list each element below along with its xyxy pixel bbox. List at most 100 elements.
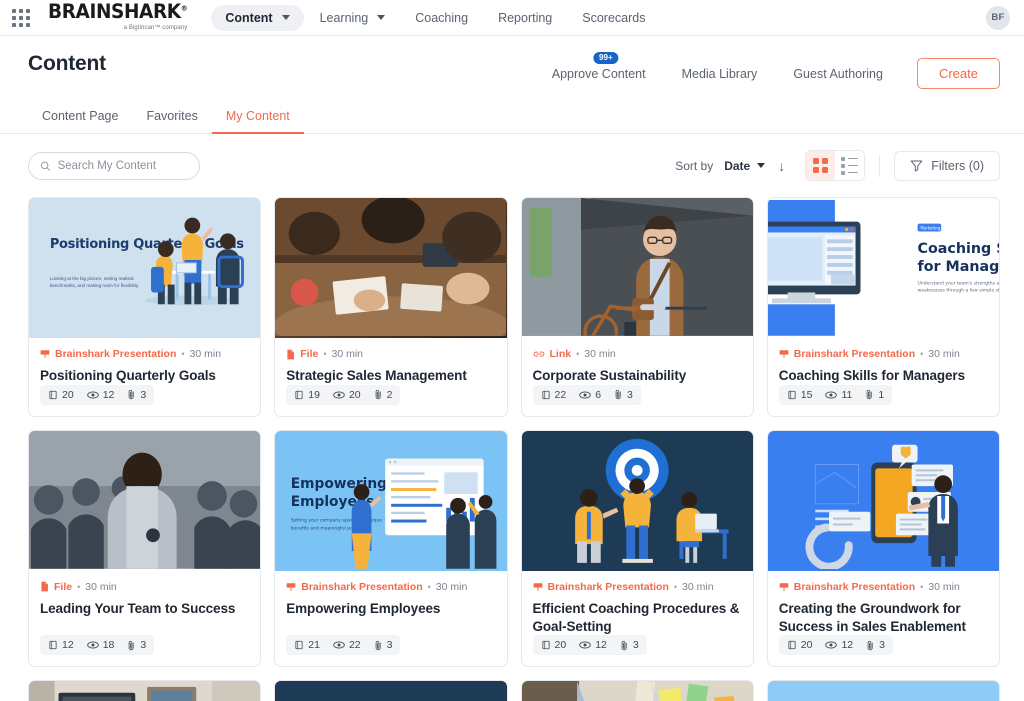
card-stats: 21 22 3 [286,635,401,656]
link-icon [533,351,544,357]
nav-item-coaching[interactable]: Coaching [401,5,482,31]
tab-my-content[interactable]: My Content [211,103,304,134]
svg-text:Empowering: Empowering [291,476,387,492]
meta-separator: • [673,581,678,592]
paperclip-icon [375,390,381,400]
card-duration: 30 min [435,580,468,593]
content-card[interactable]: Empowering Employees Setting your compan… [274,429,508,668]
logo-registered-mark: ® [180,4,188,14]
card-thumbnail: Marketing Coaching Skills for Managers U… [767,198,999,338]
content-card-partial[interactable] [274,680,508,701]
attachments-count: 3 [140,388,147,401]
views-stat: 11 [825,389,852,401]
meta-separator: • [920,349,924,359]
card-duration: 30 min [682,580,714,593]
meeting-table-photo [275,198,507,336]
eye-icon [333,391,345,399]
attachments-stat: 2 [374,388,393,401]
card-type-label: Brainshark Presentation [55,348,177,360]
paperclip-icon [129,390,135,400]
attachments-count: 1 [878,388,885,401]
toolbar-controls: Sort by Date ↓ Filters (0) [675,150,1000,181]
nav-item-reporting[interactable]: Reporting [484,5,566,31]
sort-by-label: Sort by [675,158,714,173]
content-card[interactable]: Brainshark Presentation • 30 min Creatin… [766,429,1000,668]
content-card[interactable]: Link • 30 min Corporate Sustainability 2… [520,197,754,417]
grid-apps-icon[interactable] [12,8,30,27]
card-stats: 20 12 3 [532,635,647,656]
presentation-icon [779,583,789,591]
nav-item-content[interactable]: Content [211,4,304,31]
attachments-stat: 3 [127,639,146,651]
presentation-icon [533,583,542,591]
views-stat: 12 [825,639,853,651]
slides-icon [541,641,550,650]
slides-stat: 22 [541,389,566,401]
attachments-stat: 3 [614,389,633,401]
paperclip-icon [621,640,627,651]
logo-tagline: a Bigtincan™ company [123,24,188,31]
card-meta: File • 30 min [40,581,249,593]
paperclip-icon [129,640,135,651]
attachments-count: 3 [879,639,885,652]
eye-icon [333,641,345,649]
navy-plain-thumbnail [275,681,507,701]
content-card[interactable]: File • 30 min Strategic Sales Management… [274,197,508,417]
meta-separator: • [323,349,327,359]
content-card-partial[interactable] [28,680,262,701]
eye-icon [825,641,838,649]
slides-stat: 15 [787,389,812,401]
slides-count: 20 [554,639,567,652]
presentation-icon [40,350,50,358]
card-meta: Brainshark Presentation • 30 min [779,348,988,360]
slides-stat: 19 [294,389,320,401]
create-button[interactable]: Create [916,58,1000,89]
content-card-partial[interactable] [520,680,754,701]
card-type-label: Brainshark Presentation [793,348,916,360]
attachments-count: 3 [632,639,639,652]
tab-content-page[interactable]: Content Page [28,103,132,134]
tab-favorites[interactable]: Favorites [132,103,211,134]
approve-content-label: Approve Content [551,66,646,81]
nav-item-scorecards[interactable]: Scorecards [568,5,659,31]
chevron-down-icon [757,163,766,168]
slides-stat: 20 [48,389,74,401]
mobile-engagement-illustration [805,444,958,569]
grid-view-button[interactable] [806,151,836,180]
card-thumbnail [767,430,999,571]
views-count: 22 [348,639,361,652]
sort-dropdown[interactable]: Date [724,159,766,173]
guest-authoring-link[interactable]: Guest Authoring [775,67,901,81]
search-input[interactable] [57,159,188,172]
views-stat: 18 [86,639,114,651]
search-container[interactable] [28,151,200,180]
card-thumbnail [521,430,753,571]
man-bicycle-photo [521,198,753,336]
meta-separator: • [77,581,81,592]
card-duration: 30 min [584,348,616,360]
office-wall-photo [29,681,261,701]
content-card[interactable]: File • 30 min Leading Your Team to Succe… [28,429,262,668]
logo-text: BRAINSHARK [48,1,181,24]
monitor-illustration: Marketing Coaching Skills for Managers U… [767,199,999,336]
list-view-button[interactable] [835,151,865,180]
slides-stat: 20 [787,639,812,651]
attachments-count: 3 [627,388,633,401]
slides-count: 20 [62,388,74,401]
sort-direction-icon[interactable]: ↓ [778,158,785,174]
content-card[interactable]: Marketing Coaching Skills for Managers U… [766,197,1000,417]
content-card[interactable]: Brainshark Presentation • 30 min Efficie… [520,429,754,668]
media-library-link[interactable]: Media Library [664,67,776,81]
user-avatar[interactable]: BF [986,5,1010,30]
presentation-icon [286,583,296,591]
card-stats: 12 18 3 [40,635,155,656]
content-card[interactable]: Positioning Quarterly Goals Looking at t… [28,197,262,417]
filters-button[interactable]: Filters (0) [894,150,1000,181]
attachments-count: 2 [386,388,393,401]
approve-content-link[interactable]: 99+ Approve Content [534,51,664,81]
content-card-partial[interactable] [766,680,1000,701]
slides-stat: 21 [294,639,320,651]
header-actions: 99+ Approve Content Media Library Guest … [534,51,1000,89]
brainshark-logo[interactable]: BRAINSHARK® a Bigtincan™ company [48,1,188,31]
nav-item-learning[interactable]: Learning [306,5,400,31]
